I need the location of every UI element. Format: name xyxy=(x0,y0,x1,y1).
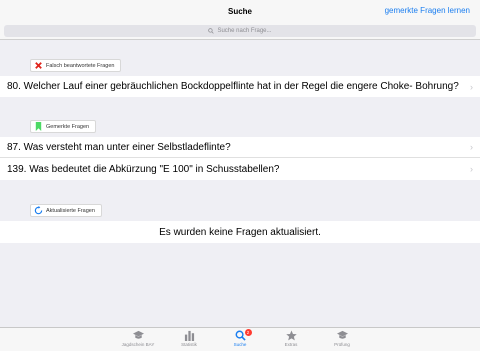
tab-pruefung[interactable]: Prüfung xyxy=(317,328,368,351)
navigation-bar: Suche gemerkte Fragen lernen xyxy=(0,0,480,22)
search-icon xyxy=(208,28,215,34)
search-input[interactable]: Suche nach Frage... xyxy=(4,25,476,37)
chevron-right-icon: › xyxy=(470,81,473,92)
question-text: 139. Was bedeutet die Abkürzung "E 100" … xyxy=(7,163,280,175)
tab-suche[interactable]: 2 Suche xyxy=(215,328,266,351)
question-text: 80. Welcher Lauf einer gebräuchlichen Bo… xyxy=(7,81,459,92)
learn-saved-questions-button[interactable]: gemerkte Fragen lernen xyxy=(385,6,470,15)
bar-chart-icon xyxy=(184,330,194,341)
tab-label: Prüfung xyxy=(334,342,350,347)
section-header-saved: Gemerkte Fragen xyxy=(30,120,97,133)
notification-badge: 2 xyxy=(244,329,252,336)
tab-label: Suche xyxy=(233,342,247,347)
section-header-wrong: Falsch beantwortete Fragen xyxy=(30,59,122,72)
search-icon xyxy=(235,330,246,341)
list-item[interactable]: 87. Was versteht man unter einer Selbstl… xyxy=(0,137,480,158)
page-title: Suche xyxy=(227,6,252,16)
tab-label: Extras xyxy=(284,342,298,347)
tab-label: Jagdschein BAY xyxy=(121,342,155,347)
section-label: Aktualisierte Fragen xyxy=(46,207,95,214)
star-icon xyxy=(285,330,297,341)
question-text: 87. Was versteht man unter einer Selbstl… xyxy=(7,141,231,153)
section-header-updated: Aktualisierte Fragen xyxy=(30,204,102,217)
list-item[interactable]: 139. Was bedeutet die Abkürzung "E 100" … xyxy=(0,158,480,180)
empty-message: Es wurden keine Fragen aktualisiert. xyxy=(159,226,321,238)
refresh-icon xyxy=(34,206,43,215)
search-bar-container: Suche nach Frage... xyxy=(0,22,480,40)
section-label: Gemerkte Fragen xyxy=(46,123,90,130)
red-x-icon xyxy=(34,61,43,70)
mortarboard-icon xyxy=(132,330,144,339)
tab-statistik[interactable]: Statistik xyxy=(164,328,215,351)
section-label: Falsch beantwortete Fragen xyxy=(46,62,115,69)
bookmark-icon xyxy=(34,122,43,131)
tab-extras[interactable]: Extras xyxy=(266,328,317,351)
mortarboard-icon xyxy=(336,330,348,339)
tab-jagdschein[interactable]: Jagdschein BAY xyxy=(113,328,164,351)
list-item[interactable]: 80. Welcher Lauf einer gebräuchlichen Bo… xyxy=(0,76,480,97)
chevron-right-icon: › xyxy=(470,164,473,174)
chevron-right-icon: › xyxy=(470,142,473,152)
search-placeholder: Suche nach Frage... xyxy=(217,28,272,34)
tab-bar: Jagdschein BAY Statistik 2 Suche Extras … xyxy=(0,327,480,351)
empty-state: Es wurden keine Fragen aktualisiert. xyxy=(0,221,480,243)
tab-label: Statistik xyxy=(181,342,197,347)
